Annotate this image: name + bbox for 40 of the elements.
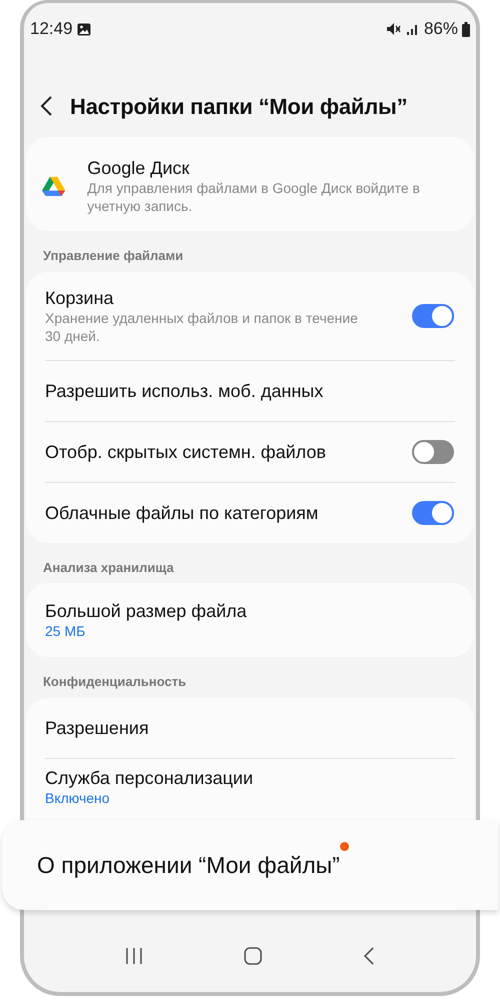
setting-title: Отобр. скрытых системн. файлов: [45, 440, 326, 462]
page-title: Настройки папки “Мои файлы”: [70, 92, 408, 121]
image-icon: [76, 22, 91, 36]
section-heading: Управление файлами: [42, 247, 184, 265]
settings-row[interactable]: Отобр. скрытых системн. файлов: [26, 422, 474, 482]
settings-row[interactable]: Облачные файлы по категориям: [26, 482, 474, 542]
settings-row[interactable]: Служба персонализации Включено: [26, 758, 474, 810]
mute-icon: [386, 22, 402, 36]
account-subtitle: Для управления файлами в Google Диск войдите в учетную запись.: [87, 179, 421, 215]
setting-title: Корзина: [45, 286, 115, 308]
about-app-label: О приложении “Мои файлы”: [37, 848, 340, 882]
settings-row[interactable]: Большой размер файла 25 МБ: [26, 583, 474, 657]
back-icon[interactable]: [363, 947, 376, 965]
drive-icon: [42, 174, 66, 198]
battery-icon: [462, 22, 470, 36]
setting-title: Разрешить использ. моб. данных: [45, 380, 324, 402]
battery-level: 86%: [424, 18, 458, 40]
clock-time: 12:49: [30, 18, 73, 40]
section-heading: Конфиденциальность: [42, 673, 188, 691]
setting-title: Большой размер файла: [45, 600, 247, 622]
toggle-switch[interactable]: [412, 304, 454, 328]
setting-description: Хранение удаленных файлов и папок в течение 30 дней.: [45, 308, 359, 344]
signal-icon: [406, 22, 420, 36]
section-heading: Анализа хранилища: [42, 558, 175, 577]
recent-apps-icon[interactable]: [124, 947, 143, 965]
setting-value: Включено: [45, 788, 111, 806]
about-app-tooltip[interactable]: О приложении “Мои файлы”: [2, 820, 498, 910]
account-title: Google Диск: [87, 157, 190, 179]
toggle-switch[interactable]: [412, 500, 454, 524]
setting-value: 25 МБ: [45, 622, 86, 640]
back-icon[interactable]: [38, 95, 54, 117]
settings-row[interactable]: Корзина Хранение удаленных файлов и папок в течение 30 дней.: [26, 272, 474, 360]
setting-title: Облачные файлы по категориям: [45, 502, 318, 524]
home-icon[interactable]: [244, 947, 262, 965]
setting-title: Разрешения: [45, 716, 149, 738]
setting-title: Служба персонализации: [45, 766, 254, 788]
toggle-switch[interactable]: [412, 440, 454, 464]
account-card[interactable]: Google Диск Для управления файлами в Google Диск войдите в учетную запись.: [26, 137, 474, 231]
settings-row[interactable]: Разрешения: [26, 698, 474, 758]
settings-row[interactable]: Разрешить использ. моб. данных: [26, 360, 474, 420]
